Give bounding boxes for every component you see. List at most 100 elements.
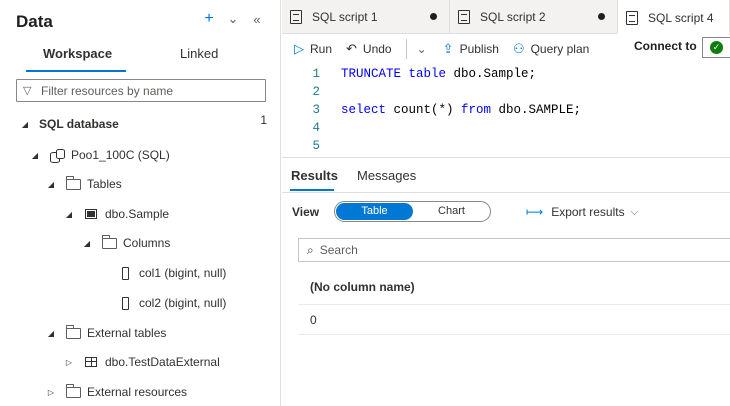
filter-placeholder: Filter resources by name: [41, 83, 174, 98]
panel-title: Data: [16, 12, 53, 31]
code-keyword: TRUNCATE table: [341, 67, 447, 81]
undo-icon: ↶: [346, 40, 357, 56]
expanded-triangle-icon[interactable]: ◢: [46, 180, 56, 189]
script-tabs: SQL script 1 SQL script 2 SQL script 4: [282, 0, 730, 35]
more-dropdown-chevron-icon[interactable]: ⌄: [417, 42, 427, 56]
chevron-double-down-icon[interactable]: ⌄: [224, 11, 242, 27]
expanded-triangle-icon[interactable]: ◢: [20, 120, 30, 129]
line-number: 2: [312, 85, 320, 99]
collapse-left-icon[interactable]: «: [248, 12, 266, 27]
undo-label: Undo: [362, 41, 392, 56]
search-icon: ⌕: [307, 242, 314, 257]
unsaved-dot-icon: [430, 13, 437, 20]
publish-label: Publish: [459, 41, 499, 56]
table-icon: [82, 355, 100, 369]
tree-item-dbo-sample[interactable]: ◢ dbo.Sample: [64, 203, 169, 225]
divider: [282, 192, 730, 193]
tab-messages[interactable]: Messages: [357, 168, 416, 183]
tree-item-database[interactable]: ◢ Poo1_100C (SQL): [30, 144, 170, 166]
query-plan-icon: ⚇: [512, 40, 525, 56]
tree-item-external-tables[interactable]: ◢ External tables: [46, 322, 166, 344]
line-number: 5: [312, 139, 320, 153]
query-plan-button[interactable]: ⚇ Query plan: [513, 41, 589, 57]
code-text: dbo.Sample;: [446, 67, 537, 81]
expanded-triangle-icon[interactable]: ◢: [82, 239, 92, 248]
view-option-chart[interactable]: Chart: [413, 203, 490, 220]
publish-button[interactable]: ⇪ Publish: [443, 41, 499, 57]
code-editor[interactable]: 1 2 3 4 5 TRUNCATE table dbo.Sample; sel…: [282, 62, 730, 156]
view-label: View: [292, 205, 320, 219]
database-icon: [48, 148, 66, 163]
tab-linked[interactable]: Linked: [180, 46, 218, 61]
section-sql-database[interactable]: ◢ SQL database 1: [20, 113, 281, 135]
editor-pane: SQL script 1 SQL script 2 SQL script 4 ▷…: [282, 0, 730, 406]
tree-item-label: dbo.Sample: [105, 207, 170, 221]
plus-icon[interactable]: +: [200, 10, 218, 28]
data-panel: Data + ⌄ « Workspace Linked ▽ Filter res…: [0, 0, 281, 406]
column-icon: [116, 266, 134, 280]
export-arrow-icon: ⟼: [526, 205, 544, 219]
script-icon: [626, 10, 638, 25]
code-line-1: TRUNCATE table dbo.Sample;: [341, 67, 536, 81]
row-divider: [298, 304, 730, 305]
tree-item-label: col2 (bigint, null): [139, 296, 227, 310]
tree-item-tables[interactable]: ◢ Tables: [46, 173, 122, 195]
run-label: Run: [310, 41, 333, 56]
results-tabs: Results Messages: [282, 157, 730, 192]
filter-icon: ▽: [23, 85, 32, 97]
line-number: 1: [312, 67, 320, 81]
filter-input[interactable]: ▽ Filter resources by name: [16, 79, 266, 102]
code-line-3: select count(*) from dbo.SAMPLE;: [341, 103, 581, 117]
unsaved-dot-icon: [598, 13, 605, 20]
results-search-input[interactable]: ⌕ Search: [298, 238, 730, 262]
tab-label: SQL script 4: [648, 10, 714, 25]
tab-sql-script-4[interactable]: SQL script 4: [618, 0, 730, 35]
search-placeholder: Search: [319, 243, 358, 257]
table-cell: 0: [310, 313, 317, 327]
tab-workspace[interactable]: Workspace: [43, 46, 112, 61]
tree-item-col2[interactable]: col2 (bigint, null): [108, 292, 226, 314]
collapsed-triangle-icon[interactable]: ▷: [64, 358, 74, 367]
export-label: Export results: [551, 205, 625, 219]
folder-icon: [64, 383, 82, 399]
view-option-table[interactable]: Table: [336, 203, 413, 220]
collapsed-triangle-icon[interactable]: ▷: [46, 388, 56, 397]
folder-icon: [64, 324, 82, 340]
expanded-triangle-icon[interactable]: ◢: [46, 329, 56, 338]
tab-sql-script-2[interactable]: SQL script 2: [450, 0, 618, 34]
connect-to-dropdown[interactable]: ✓: [702, 37, 730, 58]
folder-icon: [100, 234, 118, 250]
tree-item-label: Poo1_100C (SQL): [71, 148, 170, 162]
tree-item-columns[interactable]: ◢ Columns: [82, 232, 170, 254]
connect-to-label: Connect to: [634, 39, 697, 53]
view-toggle[interactable]: Table Chart: [334, 201, 491, 222]
tree-item-label: External tables: [87, 326, 167, 340]
expanded-triangle-icon[interactable]: ◢: [64, 210, 74, 219]
column-icon: [116, 296, 134, 310]
section-label: SQL database: [39, 117, 119, 131]
pivot-tabs: Workspace Linked: [0, 46, 281, 72]
tab-results[interactable]: Results: [291, 168, 338, 183]
active-tab-indicator: [290, 189, 334, 191]
code-keyword: from: [461, 103, 492, 117]
tree-item-label: External resources: [87, 385, 188, 399]
play-icon: ▷: [294, 40, 304, 56]
run-button[interactable]: ▷ Run: [294, 41, 332, 57]
export-results-button[interactable]: ⟼ Export results ⌵: [526, 205, 638, 219]
section-count: 1: [260, 113, 267, 127]
tab-sql-script-1[interactable]: SQL script 1: [282, 0, 450, 34]
tree-item-external-resources[interactable]: ▷ External resources: [46, 381, 187, 403]
line-number: 3: [312, 103, 320, 117]
tree-item-dbo-testdataexternal[interactable]: ▷ dbo.TestDataExternal: [64, 351, 220, 373]
folder-icon: [64, 175, 82, 191]
tree-item-col1[interactable]: col1 (bigint, null): [108, 262, 226, 284]
undo-button[interactable]: ↶ Undo: [346, 41, 392, 57]
tree-item-label: dbo.TestDataExternal: [105, 355, 220, 369]
toolbar-separator: [405, 38, 407, 59]
code-keyword: select: [341, 103, 387, 117]
code-text: dbo.SAMPLE;: [491, 103, 582, 117]
expanded-triangle-icon[interactable]: ◢: [30, 151, 40, 160]
connected-check-icon: ✓: [710, 41, 723, 54]
code-text: count(*): [386, 103, 462, 117]
table-icon: [82, 207, 100, 221]
